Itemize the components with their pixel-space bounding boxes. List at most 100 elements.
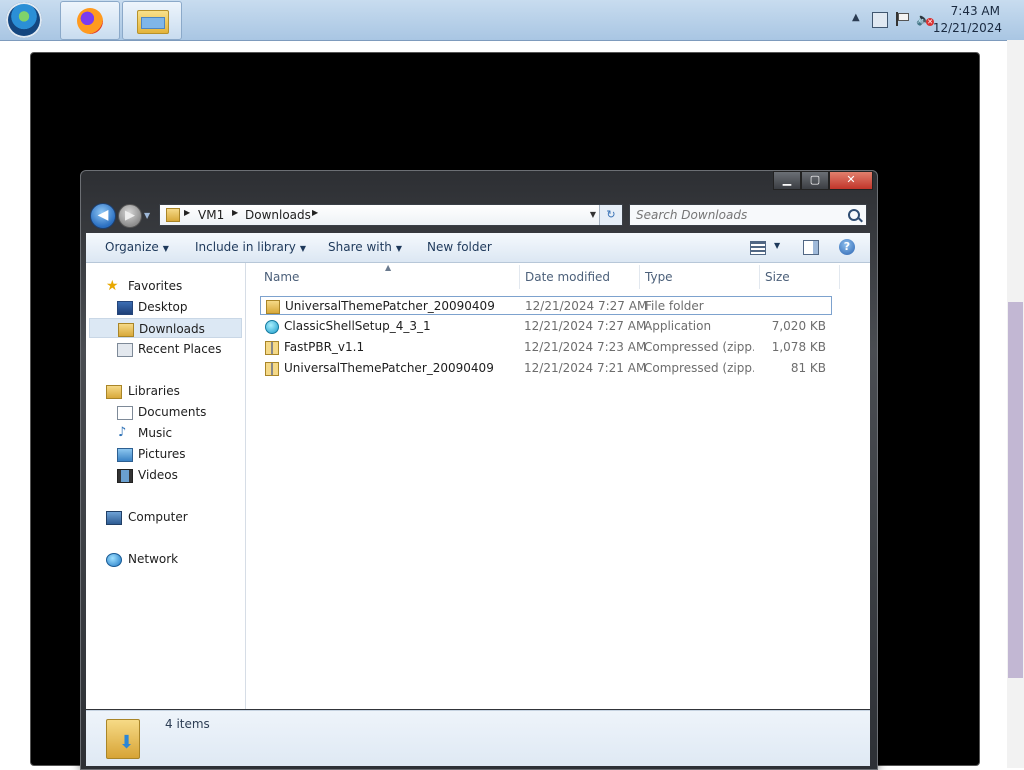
details-pane: 4 items xyxy=(86,710,870,766)
share-with-button[interactable]: Share with ▼ xyxy=(328,240,402,254)
nav-videos[interactable]: Videos xyxy=(86,465,245,485)
nav-documents[interactable]: Documents xyxy=(86,402,245,422)
windows-explorer-icon xyxy=(137,10,169,34)
music-icon: ♪ xyxy=(118,425,127,440)
videos-icon xyxy=(117,469,133,483)
network-icon xyxy=(106,553,122,567)
taskbar-explorer-button[interactable] xyxy=(122,1,182,40)
column-header-name[interactable]: Name xyxy=(264,270,299,284)
nav-label: Videos xyxy=(138,468,178,482)
downloads-folder-icon xyxy=(118,323,134,337)
file-row[interactable]: UniversalThemePatcher_20090409 12/21/202… xyxy=(260,296,832,315)
file-date: 12/21/2024 7:23 AM xyxy=(524,340,647,354)
nav-desktop[interactable]: Desktop xyxy=(86,297,245,317)
breadcrumb-vm1[interactable]: VM1 xyxy=(198,208,224,222)
include-in-library-label: Include in library xyxy=(195,240,296,254)
file-name: UniversalThemePatcher_20090409 xyxy=(284,361,494,375)
nav-label: Favorites xyxy=(128,279,183,293)
zip-folder-icon xyxy=(265,362,279,376)
nav-label: Desktop xyxy=(138,300,188,314)
nav-label: Network xyxy=(128,552,179,566)
refresh-button[interactable]: ↻ xyxy=(599,205,622,225)
nav-label: Computer xyxy=(128,510,188,524)
action-center-flag-icon[interactable] xyxy=(894,12,909,26)
nav-favorites[interactable]: ★ Favorites xyxy=(86,276,245,296)
new-folder-button[interactable]: New folder xyxy=(427,240,492,254)
change-view-icon[interactable] xyxy=(750,241,766,255)
view-options-dropdown[interactable]: ▼ xyxy=(774,241,780,250)
column-divider[interactable] xyxy=(519,265,520,289)
taskbar: ▲ 🔈 ✕ 7:43 AM 12/21/2024 xyxy=(0,0,1024,41)
nav-label: Pictures xyxy=(138,447,186,461)
file-size: 1,078 KB xyxy=(771,340,826,354)
caption-buttons: ▁ ▢ ✕ xyxy=(773,171,873,190)
column-divider[interactable] xyxy=(759,265,760,289)
taskbar-firefox-button[interactable] xyxy=(60,1,120,40)
chevron-down-icon: ▼ xyxy=(395,244,403,253)
back-button[interactable]: ◀ xyxy=(90,203,116,229)
clock-time[interactable]: 7:43 AM xyxy=(951,4,1000,18)
recent-places-icon xyxy=(117,343,133,357)
maximize-button[interactable]: ▢ xyxy=(801,171,829,190)
file-date: 12/21/2024 7:27 AM xyxy=(524,319,647,333)
organize-button[interactable]: Organize ▼ xyxy=(105,240,169,254)
star-icon: ★ xyxy=(106,278,119,294)
include-in-library-button[interactable]: Include in library ▼ xyxy=(195,240,306,254)
search-box[interactable] xyxy=(629,204,867,226)
chevron-down-icon: ▼ xyxy=(299,244,307,253)
file-row[interactable]: FastPBR_v1.1 12/21/2024 7:23 AM Compress… xyxy=(260,338,832,357)
help-icon[interactable]: ? xyxy=(839,239,855,255)
search-input[interactable] xyxy=(630,205,852,225)
column-divider[interactable] xyxy=(639,265,640,289)
file-date: 12/21/2024 7:21 AM xyxy=(524,361,647,375)
close-button[interactable]: ✕ xyxy=(829,171,873,190)
breadcrumb-downloads[interactable]: Downloads xyxy=(245,208,311,222)
page-scrollbar-thumb[interactable] xyxy=(1008,302,1023,678)
column-header-date-modified[interactable]: Date modified xyxy=(525,270,610,284)
chevron-down-icon: ▼ xyxy=(162,244,169,253)
page-scrollbar[interactable] xyxy=(1007,40,1024,768)
column-header-type[interactable]: Type xyxy=(645,270,673,284)
folder-icon xyxy=(166,208,180,222)
file-row[interactable]: ClassicShellSetup_4_3_1 12/21/2024 7:27 … xyxy=(260,317,832,336)
file-date: 12/21/2024 7:27 AM xyxy=(525,299,648,313)
nav-pictures[interactable]: Pictures xyxy=(86,444,245,464)
folder-icon xyxy=(266,300,280,314)
nav-downloads[interactable]: Downloads xyxy=(89,318,242,338)
nav-label: Documents xyxy=(138,405,207,419)
recent-pages-dropdown[interactable]: ▼ xyxy=(144,211,150,220)
pictures-icon xyxy=(117,448,133,462)
sort-ascending-icon: ▲ xyxy=(385,263,392,272)
network-icon[interactable] xyxy=(872,12,888,28)
address-bar[interactable]: ▶ VM1 ▶ Downloads ▶ ▼ ↻ xyxy=(159,204,623,226)
system-tray: ▲ 🔈 ✕ 7:43 AM 12/21/2024 xyxy=(834,0,1024,40)
minimize-button[interactable]: ▁ xyxy=(773,171,801,190)
column-header-size[interactable]: Size xyxy=(765,270,790,284)
file-size: 81 KB xyxy=(790,361,826,375)
breadcrumb-arrow-icon[interactable]: ▶ xyxy=(232,208,238,217)
breadcrumb-arrow-icon[interactable]: ▶ xyxy=(184,208,190,217)
search-icon[interactable] xyxy=(848,209,860,221)
zip-folder-icon xyxy=(265,341,279,355)
libraries-icon xyxy=(106,385,122,399)
nav-recent-places[interactable]: Recent Places xyxy=(86,339,245,359)
address-history-dropdown[interactable]: ▼ xyxy=(590,210,596,219)
explorer-window: ▁ ▢ ✕ ◀ ▶ ▼ ▶ VM1 ▶ Downloads ▶ ▼ ↻ Orga… xyxy=(80,170,878,770)
application-icon xyxy=(265,320,279,334)
clock-date[interactable]: 12/21/2024 xyxy=(933,21,1002,35)
breadcrumb-arrow-icon[interactable]: ▶ xyxy=(312,208,318,217)
command-bar: Organize ▼ Include in library ▼ Share with… xyxy=(86,233,870,263)
nav-network[interactable]: Network xyxy=(86,549,245,569)
nav-music[interactable]: ♪ Music xyxy=(86,423,245,443)
start-button[interactable] xyxy=(6,2,42,38)
file-name: UniversalThemePatcher_20090409 xyxy=(285,299,495,313)
column-divider[interactable] xyxy=(839,265,840,289)
forward-button[interactable]: ▶ xyxy=(118,204,142,228)
show-hidden-icons-button[interactable]: ▲ xyxy=(852,12,860,23)
file-row[interactable]: UniversalThemePatcher_20090409 12/21/202… xyxy=(260,359,832,378)
preview-pane-icon[interactable] xyxy=(803,240,819,255)
desktop-icon xyxy=(117,301,133,315)
file-type: Application xyxy=(644,319,712,333)
nav-libraries[interactable]: Libraries xyxy=(86,381,245,401)
nav-computer[interactable]: Computer xyxy=(86,507,245,527)
